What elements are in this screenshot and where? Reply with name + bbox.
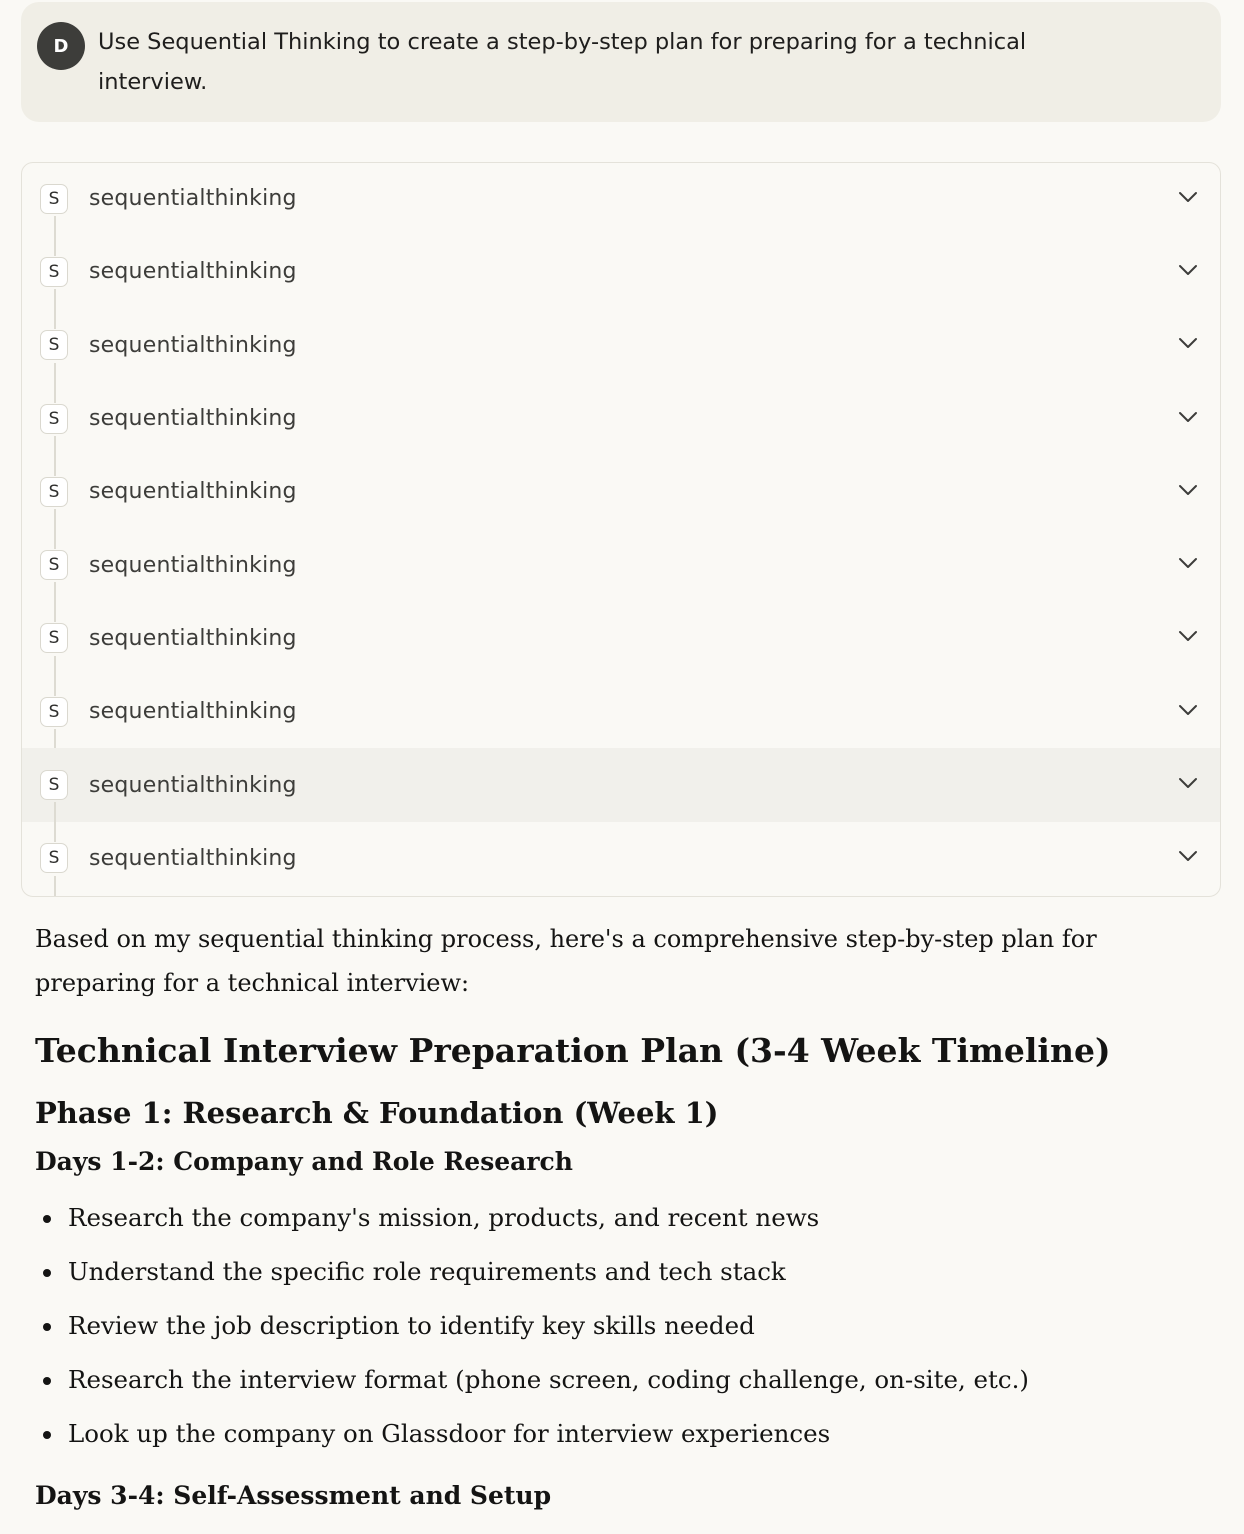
response-intro: Based on my sequential thinking process,… bbox=[35, 925, 1097, 997]
user-message: D Use Sequential Thinking to create a st… bbox=[21, 2, 1221, 122]
tool-call-row[interactable]: S sequentialthinking bbox=[22, 309, 1220, 403]
tool-call-label: sequentialthinking bbox=[89, 625, 297, 651]
tool-badge: S bbox=[40, 623, 68, 654]
user-avatar: D bbox=[37, 22, 85, 70]
section-heading: Days 3-4: Self-Assessment and Setup bbox=[35, 1481, 552, 1510]
tool-call-label: sequentialthinking bbox=[89, 332, 297, 358]
tool-badge: S bbox=[40, 183, 68, 214]
tool-badge: S bbox=[40, 550, 68, 581]
list-item: Understand the specific role requirement… bbox=[35, 1245, 1215, 1299]
tool-call-row[interactable]: S sequentialthinking bbox=[22, 748, 1220, 843]
chevron-down-icon[interactable] bbox=[1178, 629, 1198, 643]
phase-heading: Phase 1: Research & Foundation (Week 1) bbox=[35, 1096, 719, 1130]
tool-badge: S bbox=[40, 403, 68, 434]
tool-calls-panel: S sequentialthinking S sequentialthinkin… bbox=[21, 162, 1221, 897]
tool-call-label: sequentialthinking bbox=[89, 552, 297, 578]
list-item: Research the company's mission, products… bbox=[35, 1191, 1215, 1245]
tool-call-label: sequentialthinking bbox=[89, 406, 297, 432]
tool-call-label: sequentialthinking bbox=[89, 772, 297, 798]
chevron-down-icon[interactable] bbox=[1178, 849, 1198, 863]
tool-call-row[interactable]: S sequentialthinking bbox=[22, 675, 1220, 770]
tool-badge: S bbox=[40, 770, 68, 801]
chevron-down-icon[interactable] bbox=[1178, 483, 1198, 497]
tool-badge: S bbox=[40, 843, 68, 874]
tool-badge: S bbox=[40, 330, 68, 361]
list-item: Research the interview format (phone scr… bbox=[35, 1353, 1215, 1407]
chevron-down-icon[interactable] bbox=[1178, 336, 1198, 350]
list-item: Look up the company on Glassdoor for int… bbox=[35, 1407, 1215, 1461]
chevron-down-icon[interactable] bbox=[1178, 263, 1198, 277]
user-message-text: Use Sequential Thinking to create a step… bbox=[98, 29, 1027, 95]
section-heading: Days 1-2: Company and Role Research bbox=[35, 1147, 573, 1176]
chevron-down-icon[interactable] bbox=[1178, 410, 1198, 424]
chevron-down-icon[interactable] bbox=[1178, 703, 1198, 717]
tool-call-row[interactable]: S sequentialthinking bbox=[22, 602, 1220, 697]
tool-call-row[interactable]: S sequentialthinking bbox=[22, 822, 1220, 896]
tool-call-row[interactable]: S sequentialthinking bbox=[22, 455, 1220, 550]
tool-call-label: sequentialthinking bbox=[89, 259, 297, 285]
tool-call-row[interactable]: S sequentialthinking bbox=[22, 528, 1220, 623]
bullet-list: Research the company's mission, products… bbox=[35, 1191, 1215, 1461]
tool-call-row[interactable]: S sequentialthinking bbox=[22, 163, 1220, 257]
tool-call-row[interactable]: S sequentialthinking bbox=[22, 382, 1220, 477]
tool-call-label: sequentialthinking bbox=[89, 186, 297, 212]
list-item: Review the job description to identify k… bbox=[35, 1299, 1215, 1353]
tool-badge: S bbox=[40, 256, 68, 287]
tool-call-label: sequentialthinking bbox=[89, 479, 297, 505]
tool-call-label: sequentialthinking bbox=[89, 699, 297, 725]
tool-badge: S bbox=[40, 696, 68, 727]
response-title: Technical Interview Preparation Plan (3-… bbox=[35, 1031, 1111, 1070]
chevron-down-icon[interactable] bbox=[1178, 190, 1198, 204]
assistant-response: Based on my sequential thinking process,… bbox=[35, 917, 1215, 1513]
tool-badge: S bbox=[40, 476, 68, 507]
tool-call-row[interactable]: S sequentialthinking bbox=[22, 235, 1220, 330]
chevron-down-icon[interactable] bbox=[1178, 556, 1198, 570]
tool-call-label: sequentialthinking bbox=[89, 845, 297, 871]
chevron-down-icon[interactable] bbox=[1178, 776, 1198, 790]
